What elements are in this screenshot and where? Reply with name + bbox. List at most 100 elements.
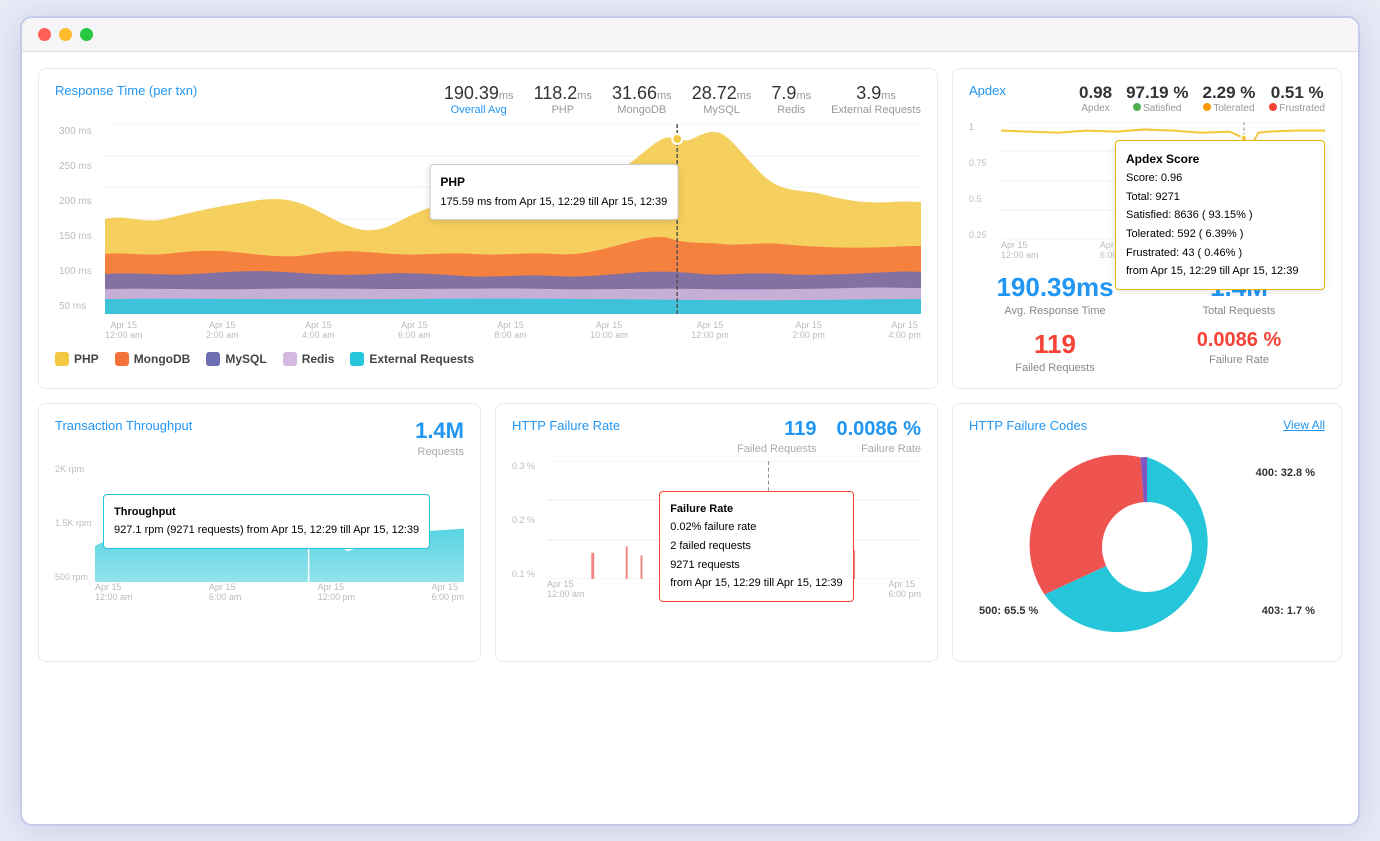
throughput-tooltip-title: Throughput xyxy=(114,503,419,522)
legend-external: External Requests xyxy=(350,352,474,366)
failure-rate-val: 0.0086 % xyxy=(836,418,921,441)
rt-metric-mongodb: 31.66ms MongoDB xyxy=(612,83,672,116)
rt-metric-external: 3.9ms External Requests xyxy=(831,83,921,116)
failure-rate-stat: 0.0086 % Failure Rate xyxy=(1153,329,1325,374)
failure-codes-header: HTTP Failure Codes View All xyxy=(969,418,1325,437)
failed-req-value: 119 xyxy=(737,418,817,441)
rt-x-axis: Apr 1512:00 am Apr 152:00 am Apr 154:00 … xyxy=(105,316,921,344)
legend-redis: Redis xyxy=(283,352,335,366)
throughput-title: Transaction Throughput xyxy=(55,418,192,433)
apdex-satisfied-value: 97.19 % xyxy=(1126,83,1188,103)
failure-rate-val-label: Failure Rate xyxy=(836,443,921,455)
rt-metric-mysql: 28.72ms MySQL xyxy=(692,83,752,116)
failure-codes-panel: HTTP Failure Codes View All xyxy=(952,403,1342,662)
apdex-metric-frustrated: 0.51 % Frustrated xyxy=(1269,83,1325,114)
rt-php-label: PHP xyxy=(534,104,592,116)
failure-rate-value: 0.0086 % xyxy=(1153,329,1325,352)
legend-mongodb-dot xyxy=(115,352,129,366)
response-time-chart: 300 ms 250 ms 200 ms 150 ms 100 ms 50 ms xyxy=(55,124,921,344)
php-tooltip: PHP 175.59 ms from Apr 15, 12:29 till Ap… xyxy=(429,164,678,221)
throughput-svg-wrap: Throughput 927.1 rpm (9271 requests) fro… xyxy=(95,464,464,582)
view-all-link[interactable]: View All xyxy=(1283,418,1325,432)
throughput-panel: Transaction Throughput 1.4M Requests 2K … xyxy=(38,403,481,662)
rt-mongodb-label: MongoDB xyxy=(612,104,672,116)
fr-tooltip-l2: 2 failed requests xyxy=(670,537,842,556)
failure-rate-title: HTTP Failure Rate xyxy=(512,418,620,433)
rt-metric-overall: 190.39ms Overall Avg xyxy=(444,83,514,116)
legend-php: PHP xyxy=(55,352,99,366)
rt-mysql-label: MySQL xyxy=(692,104,752,116)
legend-php-label: PHP xyxy=(74,352,99,366)
legend-mysql-dot xyxy=(206,352,220,366)
rt-metrics: 190.39ms Overall Avg 118.2ms PHP 31.66ms… xyxy=(444,83,921,116)
apdex-satisfied-label: Satisfied xyxy=(1126,103,1188,114)
pie-label-500: 500: 65.5 % xyxy=(979,605,1038,617)
fr-tooltip-l1: 0.02% failure rate xyxy=(670,518,842,537)
titlebar xyxy=(22,18,1358,52)
legend-redis-label: Redis xyxy=(302,352,335,366)
apdex-score-label: Apdex xyxy=(1079,103,1112,114)
rt-redis-label: Redis xyxy=(771,104,811,116)
throughput-metric: 1.4M Requests xyxy=(415,418,464,458)
rt-external-value: 3.9ms xyxy=(831,83,921,104)
legend-redis-dot xyxy=(283,352,297,366)
legend-external-label: External Requests xyxy=(369,352,474,366)
minimize-dot[interactable] xyxy=(59,28,72,41)
apdex-panel: Apdex 0.98 Apdex 97.19 % Satisfied 2.29 … xyxy=(952,68,1342,389)
apdex-tolerated-label: Tolerated xyxy=(1202,103,1255,114)
rt-mongodb-value: 31.66ms xyxy=(612,83,672,104)
php-tooltip-body: 175.59 ms from Apr 15, 12:29 till Apr 15… xyxy=(440,194,667,212)
apdex-frustrated-label: Frustrated xyxy=(1269,103,1325,114)
php-tooltip-title: PHP xyxy=(440,173,667,192)
apdex-frustrated-value: 0.51 % xyxy=(1269,83,1325,103)
apdex-tooltip-score: Score: 0.96 xyxy=(1126,169,1314,188)
rt-external-label: External Requests xyxy=(831,104,921,116)
rt-metric-php: 118.2ms PHP xyxy=(534,83,592,116)
failure-rate-metric: 0.0086 % Failure Rate xyxy=(836,418,921,455)
failure-rate-header: HTTP Failure Rate 119 Failed Requests 0.… xyxy=(512,418,921,455)
rt-redis-value: 7.9ms xyxy=(771,83,811,104)
response-time-panel: Response Time (per txn) 190.39ms Overall… xyxy=(38,68,938,389)
legend-mysql-label: MySQL xyxy=(225,352,266,366)
rt-overall-value: 190.39ms xyxy=(444,83,514,104)
failed-requests-value: 119 xyxy=(969,329,1141,360)
legend-mysql: MySQL xyxy=(206,352,266,366)
throughput-x-axis: Apr 1512:00 am Apr 156:00 am Apr 1512:00… xyxy=(95,582,464,604)
satisfied-dot xyxy=(1133,103,1141,111)
apdex-metric-score: 0.98 Apdex xyxy=(1079,83,1112,114)
apdex-title: Apdex xyxy=(969,83,1006,98)
rt-svg-area: PHP 175.59 ms from Apr 15, 12:29 till Ap… xyxy=(105,124,921,314)
rt-legend: PHP MongoDB MySQL Redis External Request… xyxy=(55,352,921,366)
throughput-subtitle: Requests xyxy=(415,446,464,458)
apdex-score-value: 0.98 xyxy=(1079,83,1112,103)
failure-rate-metrics: 119 Failed Requests 0.0086 % Failure Rat… xyxy=(737,418,921,455)
fr-tooltip-l3: 9271 requests xyxy=(670,556,842,575)
apdex-y-axis: 1 0.75 0.5 0.25 xyxy=(969,122,1001,240)
throughput-y-axis: 2K rpm 1.5K rpm 500 rpm xyxy=(55,464,95,582)
response-time-title: Response Time (per txn) xyxy=(55,83,197,98)
failure-rate-panel: HTTP Failure Rate 119 Failed Requests 0.… xyxy=(495,403,938,662)
apdex-tooltip-frustrated: Frustrated: 43 ( 0.46% ) xyxy=(1126,244,1314,263)
dashboard: Response Time (per txn) 190.39ms Overall… xyxy=(22,52,1358,678)
throughput-tooltip: Throughput 927.1 rpm (9271 requests) fro… xyxy=(103,494,430,549)
apdex-tooltip-tolerated: Tolerated: 592 ( 6.39% ) xyxy=(1126,225,1314,244)
rt-mysql-value: 28.72ms xyxy=(692,83,752,104)
failure-rate-tooltip: Failure Rate 0.02% failure rate 2 failed… xyxy=(659,491,853,602)
pie-label-403: 403: 1.7 % xyxy=(1262,605,1315,617)
apdex-metric-satisfied: 97.19 % Satisfied xyxy=(1126,83,1188,114)
pie-chart: 400: 32.8 % 500: 65.5 % 403: 1.7 % xyxy=(969,447,1325,647)
fr-tooltip-l4: from Apr 15, 12:29 till Apr 15, 12:39 xyxy=(670,574,842,593)
failed-req-label: Failed Requests xyxy=(737,443,817,455)
failure-rate-label: Failure Rate xyxy=(1153,354,1325,366)
total-requests-label: Total Requests xyxy=(1153,305,1325,317)
apdex-tooltip-total: Total: 9271 xyxy=(1126,188,1314,207)
close-dot[interactable] xyxy=(38,28,51,41)
failed-requests-label: Failed Requests xyxy=(969,362,1141,374)
browser-window: Response Time (per txn) 190.39ms Overall… xyxy=(20,16,1360,826)
legend-php-dot xyxy=(55,352,69,366)
apdex-tooltip-title: Apdex Score xyxy=(1126,149,1314,169)
apdex-metric-tolerated: 2.29 % Tolerated xyxy=(1202,83,1255,114)
frustrated-dot xyxy=(1269,103,1277,111)
maximize-dot[interactable] xyxy=(80,28,93,41)
apdex-chart: 1 0.75 0.5 0.25 xyxy=(969,122,1325,262)
